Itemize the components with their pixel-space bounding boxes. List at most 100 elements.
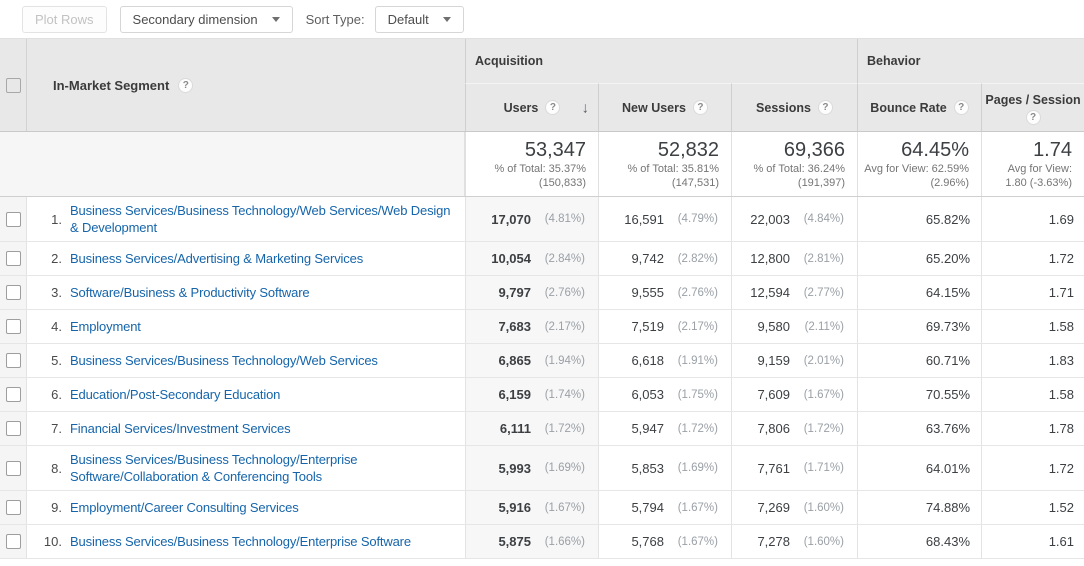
row-checkbox[interactable] bbox=[5, 534, 21, 549]
row-checkbox[interactable] bbox=[5, 460, 21, 476]
row-checkbox[interactable] bbox=[5, 500, 21, 515]
new-users-cell: 5,794 (1.67%) bbox=[598, 491, 731, 524]
segment-link[interactable]: Software/Business & Productivity Softwar… bbox=[70, 279, 465, 306]
secondary-dimension-label: Secondary dimension bbox=[132, 11, 258, 27]
totals-blank-cell bbox=[0, 132, 465, 196]
sessions-value: 22,003 bbox=[750, 211, 790, 227]
segment-link[interactable]: Business Services/Business Technology/We… bbox=[70, 347, 465, 374]
secondary-dimension-dropdown[interactable]: Secondary dimension bbox=[119, 5, 293, 33]
bounce-rate-value: 63.76% bbox=[925, 421, 970, 436]
analytics-table-page: Plot Rows Secondary dimension Sort Type:… bbox=[0, 0, 1084, 566]
dimension-header-cell: In-Market Segment ? bbox=[27, 39, 465, 131]
row-rank: 3. bbox=[51, 285, 62, 300]
row-checkbox-cell bbox=[0, 446, 27, 490]
row-checkbox-cell bbox=[0, 242, 27, 275]
row-rank: 5. bbox=[51, 353, 62, 368]
new-users-cell: 6,618 (1.91%) bbox=[598, 344, 731, 377]
new-users-cell: 5,768 (1.67%) bbox=[598, 525, 731, 558]
bounce-rate-cell: 64.01% bbox=[857, 446, 981, 490]
bounce-rate-cell: 69.73% bbox=[857, 310, 981, 343]
plot-rows-button[interactable]: Plot Rows bbox=[22, 5, 107, 33]
row-checkbox[interactable] bbox=[5, 251, 21, 266]
users-value: 6,159 bbox=[498, 387, 531, 402]
table-toolbar: Plot Rows Secondary dimension Sort Type:… bbox=[0, 0, 1084, 38]
sort-descending-icon[interactable]: ↓ bbox=[582, 99, 590, 116]
users-percent: (1.94%) bbox=[544, 354, 585, 367]
sort-type-dropdown[interactable]: Default bbox=[374, 5, 464, 33]
column-header-pages-per-session[interactable]: Pages / Session ? bbox=[981, 83, 1084, 131]
help-icon[interactable]: ? bbox=[545, 100, 561, 115]
row-rank: 6. bbox=[51, 387, 62, 402]
pages-per-session-value: 1.58 bbox=[1048, 319, 1074, 334]
new-users-percent: (1.67%) bbox=[677, 501, 718, 514]
users-percent: (4.81%) bbox=[544, 213, 585, 225]
new-users-cell: 6,053 (1.75%) bbox=[598, 378, 731, 411]
select-all-checkbox[interactable] bbox=[5, 77, 21, 93]
row-checkbox[interactable] bbox=[5, 285, 21, 300]
sessions-percent: (2.11%) bbox=[804, 320, 844, 333]
segment-link[interactable]: Business Services/Business Technology/En… bbox=[70, 528, 465, 555]
sessions-value: 7,761 bbox=[757, 460, 790, 476]
chevron-down-icon bbox=[442, 16, 451, 22]
segment-cell: 9. Employment/Career Consulting Services bbox=[27, 491, 465, 524]
help-icon[interactable]: ? bbox=[1025, 109, 1041, 125]
group-header-acquisition: Acquisition bbox=[465, 39, 857, 83]
new-users-value: 5,768 bbox=[631, 534, 664, 549]
users-value: 9,797 bbox=[498, 285, 531, 300]
sessions-cell: 12,800 (2.81%) bbox=[731, 242, 857, 275]
users-cell: 6,865 (1.94%) bbox=[465, 344, 598, 377]
users-value: 5,993 bbox=[498, 460, 531, 476]
segment-link[interactable]: Business Services/Business Technology/En… bbox=[70, 446, 465, 490]
totals-row: 53,347 % of Total: 35.37% (150,833) 52,8… bbox=[0, 132, 1084, 197]
segment-cell: 6. Education/Post-Secondary Education bbox=[27, 378, 465, 411]
help-icon[interactable]: ? bbox=[817, 100, 833, 115]
segment-link[interactable]: Business Services/Business Technology/We… bbox=[70, 197, 465, 241]
sessions-cell: 12,594 (2.77%) bbox=[731, 276, 857, 309]
chevron-down-icon bbox=[271, 16, 280, 22]
pages-per-session-value: 1.58 bbox=[1048, 387, 1074, 402]
users-percent: (1.69%) bbox=[544, 462, 585, 474]
table-row: 10. Business Services/Business Technolog… bbox=[0, 525, 1084, 559]
new-users-value: 16,591 bbox=[624, 211, 664, 227]
help-icon[interactable]: ? bbox=[953, 100, 969, 115]
row-checkbox[interactable] bbox=[5, 421, 21, 436]
new-users-value: 6,053 bbox=[631, 387, 664, 402]
totals-bounce-rate: 64.45% Avg for View: 62.59% (2.96%) bbox=[857, 132, 981, 196]
segment-link[interactable]: Employment bbox=[70, 313, 465, 340]
segment-link[interactable]: Education/Post-Secondary Education bbox=[70, 381, 465, 408]
new-users-cell: 16,591 (4.79%) bbox=[598, 197, 731, 241]
table-row: 7. Financial Services/Investment Service… bbox=[0, 412, 1084, 446]
sessions-percent: (2.77%) bbox=[803, 286, 844, 299]
row-checkbox[interactable] bbox=[5, 353, 21, 368]
column-header-bounce-rate[interactable]: Bounce Rate ? bbox=[857, 83, 981, 131]
bounce-rate-value: 64.15% bbox=[925, 285, 970, 300]
column-header-sessions[interactable]: Sessions ? bbox=[731, 83, 857, 131]
row-rank: 10. bbox=[43, 534, 62, 549]
column-header-new-users[interactable]: New Users ? bbox=[598, 83, 731, 131]
row-checkbox[interactable] bbox=[5, 319, 21, 334]
row-rank: 9. bbox=[51, 500, 62, 515]
row-rank: 8. bbox=[51, 460, 62, 476]
row-checkbox[interactable] bbox=[5, 387, 21, 402]
segment-link[interactable]: Financial Services/Investment Services bbox=[70, 415, 465, 442]
column-header-users[interactable]: Users ? ↓ bbox=[465, 83, 598, 131]
pages-per-session-value: 1.78 bbox=[1048, 421, 1074, 436]
pages-per-session-cell: 1.71 bbox=[981, 276, 1084, 309]
users-cell: 10,054 (2.84%) bbox=[465, 242, 598, 275]
help-icon[interactable]: ? bbox=[692, 100, 708, 115]
row-rank: 7. bbox=[51, 421, 62, 436]
segment-link[interactable]: Employment/Career Consulting Services bbox=[70, 494, 465, 521]
users-cell: 5,993 (1.69%) bbox=[465, 446, 598, 490]
sessions-percent: (2.01%) bbox=[803, 354, 844, 367]
row-rank: 1. bbox=[51, 211, 62, 227]
users-percent: (2.76%) bbox=[544, 286, 585, 299]
new-users-cell: 9,555 (2.76%) bbox=[598, 276, 731, 309]
new-users-percent: (1.67%) bbox=[677, 535, 718, 548]
bounce-rate-cell: 63.76% bbox=[857, 412, 981, 445]
help-icon[interactable]: ? bbox=[178, 77, 194, 93]
row-checkbox-cell bbox=[0, 378, 27, 411]
segment-cell: 10. Business Services/Business Technolog… bbox=[27, 525, 465, 558]
segment-link[interactable]: Business Services/Advertising & Marketin… bbox=[70, 245, 465, 272]
row-checkbox[interactable] bbox=[5, 211, 21, 227]
sessions-percent: (1.71%) bbox=[803, 462, 844, 474]
